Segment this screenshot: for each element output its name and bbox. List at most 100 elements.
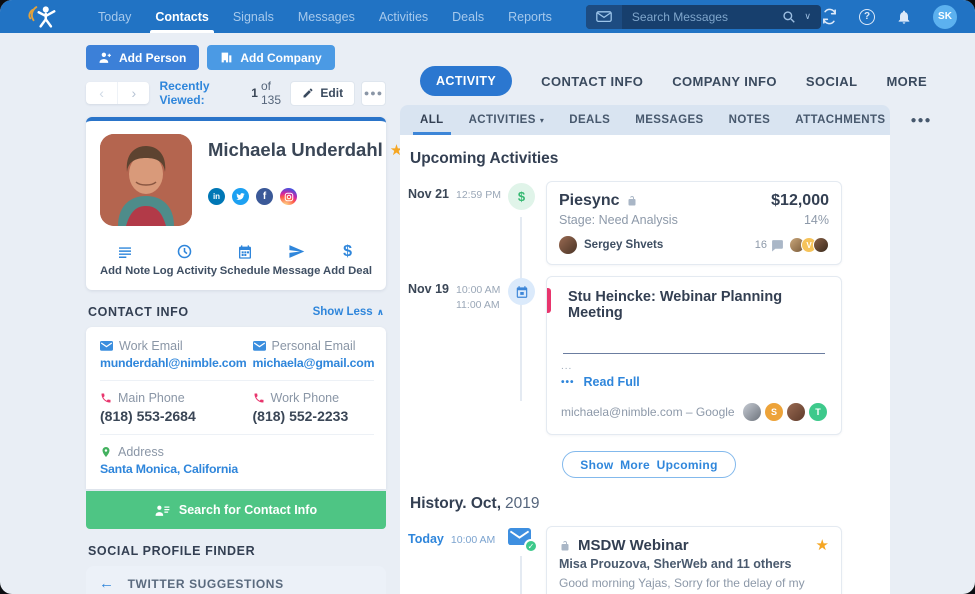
- calendar-icon: [237, 244, 253, 260]
- instagram-icon[interactable]: [280, 188, 297, 205]
- star-icon[interactable]: ★: [816, 538, 829, 553]
- facebook-icon[interactable]: f: [256, 188, 273, 205]
- work-phone-value: (818) 552-2233: [253, 408, 375, 424]
- nav-item-activities[interactable]: Activities: [379, 0, 428, 33]
- tab-activity[interactable]: ACTIVITY: [420, 66, 512, 96]
- help-icon[interactable]: ?: [859, 9, 875, 25]
- work-email-value[interactable]: munderdahl@nimble.com: [100, 356, 247, 370]
- tab-contact-info[interactable]: CONTACT INFO: [541, 74, 643, 89]
- log-activity-button[interactable]: Log Activity: [153, 243, 217, 277]
- deal-title[interactable]: Piesync: [559, 192, 619, 210]
- search-input[interactable]: [622, 10, 783, 24]
- contact-more-button[interactable]: ●●●: [361, 81, 386, 106]
- pencil-icon: [302, 87, 314, 99]
- contact-info-header: CONTACT INFO Show Less ∧: [88, 305, 384, 319]
- subtab-messages[interactable]: MESSAGES: [635, 105, 703, 135]
- tab-more[interactable]: MORE: [886, 74, 927, 89]
- contact-detail-panel: ACTIVITY CONTACT INFO COMPANY INFO SOCIA…: [400, 66, 890, 594]
- schedule-button[interactable]: Schedule: [220, 243, 270, 277]
- unlock-icon[interactable]: [559, 540, 571, 552]
- contact-pager: ‹ ›: [86, 82, 149, 104]
- contact-photo: [100, 134, 192, 226]
- subtab-notes[interactable]: NOTES: [729, 105, 771, 135]
- phone-icon: [253, 392, 265, 404]
- twitter-icon[interactable]: [232, 188, 249, 205]
- unlock-icon[interactable]: [626, 195, 638, 207]
- add-company-button[interactable]: Add Company: [207, 45, 334, 70]
- personal-email-value[interactable]: michaela@gmail.com: [253, 356, 375, 370]
- participant-avatar: [813, 237, 829, 253]
- contact-sidebar: Add Person Add Company ‹ › Recently View…: [86, 45, 386, 594]
- caret-up-icon: ∧: [377, 307, 384, 318]
- search-dropdown-caret-icon[interactable]: ∨: [804, 11, 811, 22]
- back-arrow-icon[interactable]: ←: [99, 576, 115, 591]
- subtab-deals[interactable]: DEALS: [569, 105, 610, 135]
- meeting-source: michaela@nimble.com – Google: [561, 405, 735, 419]
- subtab-more-icon[interactable]: ●●●: [910, 105, 931, 135]
- notifications-bell-icon[interactable]: [896, 9, 912, 25]
- entry-time-end: 11:00 AM: [456, 299, 500, 311]
- contact-summary-card: Michaela Underdahl ★ in f: [86, 117, 386, 290]
- nav-item-deals[interactable]: Deals: [452, 0, 484, 33]
- social-profile-finder-title: SOCIAL PROFILE FINDER: [88, 544, 255, 558]
- main-nav: Today Contacts Signals Messages Activiti…: [98, 0, 552, 33]
- upcoming-activities-title: Upcoming Activities: [410, 150, 890, 168]
- work-email-field: Work Email munderdahl@nimble.com: [100, 339, 247, 370]
- next-contact-button[interactable]: ›: [118, 82, 149, 104]
- tab-social[interactable]: SOCIAL: [806, 74, 858, 89]
- email-card[interactable]: MSDW Webinar ★ Misa Prouzova, SherWeb an…: [546, 526, 842, 594]
- recently-viewed-label[interactable]: Recently Viewed:: [159, 79, 246, 107]
- send-plane-icon: [288, 243, 305, 260]
- address-value[interactable]: Santa Monica, California: [100, 462, 247, 476]
- search-icon[interactable]: [782, 10, 796, 24]
- prev-contact-button[interactable]: ‹: [86, 82, 118, 104]
- crm-window: Today Contacts Signals Messages Activiti…: [0, 0, 975, 594]
- meeting-attendee-avatars: S T: [743, 403, 827, 421]
- nav-item-today[interactable]: Today: [98, 0, 131, 33]
- tab-company-info[interactable]: COMPANY INFO: [672, 74, 777, 89]
- activity-clock-icon: [176, 243, 193, 260]
- activity-filter-bar: ALL ACTIVITIES▾ DEALS MESSAGES NOTES ATT…: [400, 105, 890, 135]
- nimble-logo-icon[interactable]: [26, 3, 58, 30]
- owner-avatar: [559, 236, 577, 254]
- deal-comments[interactable]: 16: [755, 239, 784, 252]
- message-button[interactable]: Message: [273, 243, 321, 277]
- search-scope-mail-icon[interactable]: [586, 5, 622, 29]
- nav-item-messages[interactable]: Messages: [298, 0, 355, 33]
- nav-utilities: ? SK: [821, 5, 957, 29]
- attendee-avatar: T: [809, 403, 827, 421]
- subtab-all[interactable]: ALL: [420, 105, 444, 135]
- email-title[interactable]: MSDW Webinar: [578, 537, 689, 554]
- deal-owner-name[interactable]: Sergey Shvets: [584, 239, 663, 251]
- divider: [100, 434, 374, 435]
- truncated-text: ...: [561, 361, 827, 372]
- show-more-upcoming-button[interactable]: Show More Upcoming: [562, 451, 735, 478]
- note-lines-icon: [117, 244, 133, 260]
- nav-item-signals[interactable]: Signals: [233, 0, 274, 33]
- add-deal-button[interactable]: $ Add Deal: [323, 243, 372, 277]
- edit-contact-button[interactable]: Edit: [290, 81, 355, 106]
- person-list-icon: [155, 504, 170, 517]
- add-note-button[interactable]: Add Note: [100, 243, 150, 277]
- meeting-card[interactable]: Stu Heincke: Webinar Planning Meeting ..…: [546, 276, 842, 435]
- nav-item-contacts[interactable]: Contacts: [155, 0, 208, 33]
- meeting-title[interactable]: Stu Heincke: Webinar Planning Meeting: [561, 289, 827, 321]
- subtab-attachments[interactable]: ATTACHMENTS: [795, 105, 885, 135]
- search-contact-info-button[interactable]: Search for Contact Info: [86, 491, 386, 529]
- deal-card[interactable]: Piesync $12,000 Stage: Need Analysis 14%…: [546, 181, 842, 265]
- read-full-link[interactable]: ••• Read Full: [561, 375, 827, 389]
- user-avatar[interactable]: SK: [933, 5, 957, 29]
- email-preview: Good morning Yajas, Sorry for the delay …: [559, 575, 827, 594]
- show-less-toggle[interactable]: Show Less ∧: [313, 306, 384, 318]
- entry-date: Nov 21: [408, 187, 449, 201]
- sync-icon[interactable]: [821, 8, 838, 25]
- linkedin-icon[interactable]: in: [208, 188, 225, 205]
- add-person-button[interactable]: Add Person: [86, 45, 199, 70]
- entry-date: Today: [408, 532, 444, 546]
- subtab-activities[interactable]: ACTIVITIES▾: [469, 105, 545, 135]
- contact-info-title: CONTACT INFO: [88, 305, 189, 319]
- chevron-right-icon: ›: [132, 85, 137, 101]
- main-phone-value: (818) 553-2684: [100, 408, 247, 424]
- nav-item-reports[interactable]: Reports: [508, 0, 552, 33]
- email-icon: [100, 341, 113, 351]
